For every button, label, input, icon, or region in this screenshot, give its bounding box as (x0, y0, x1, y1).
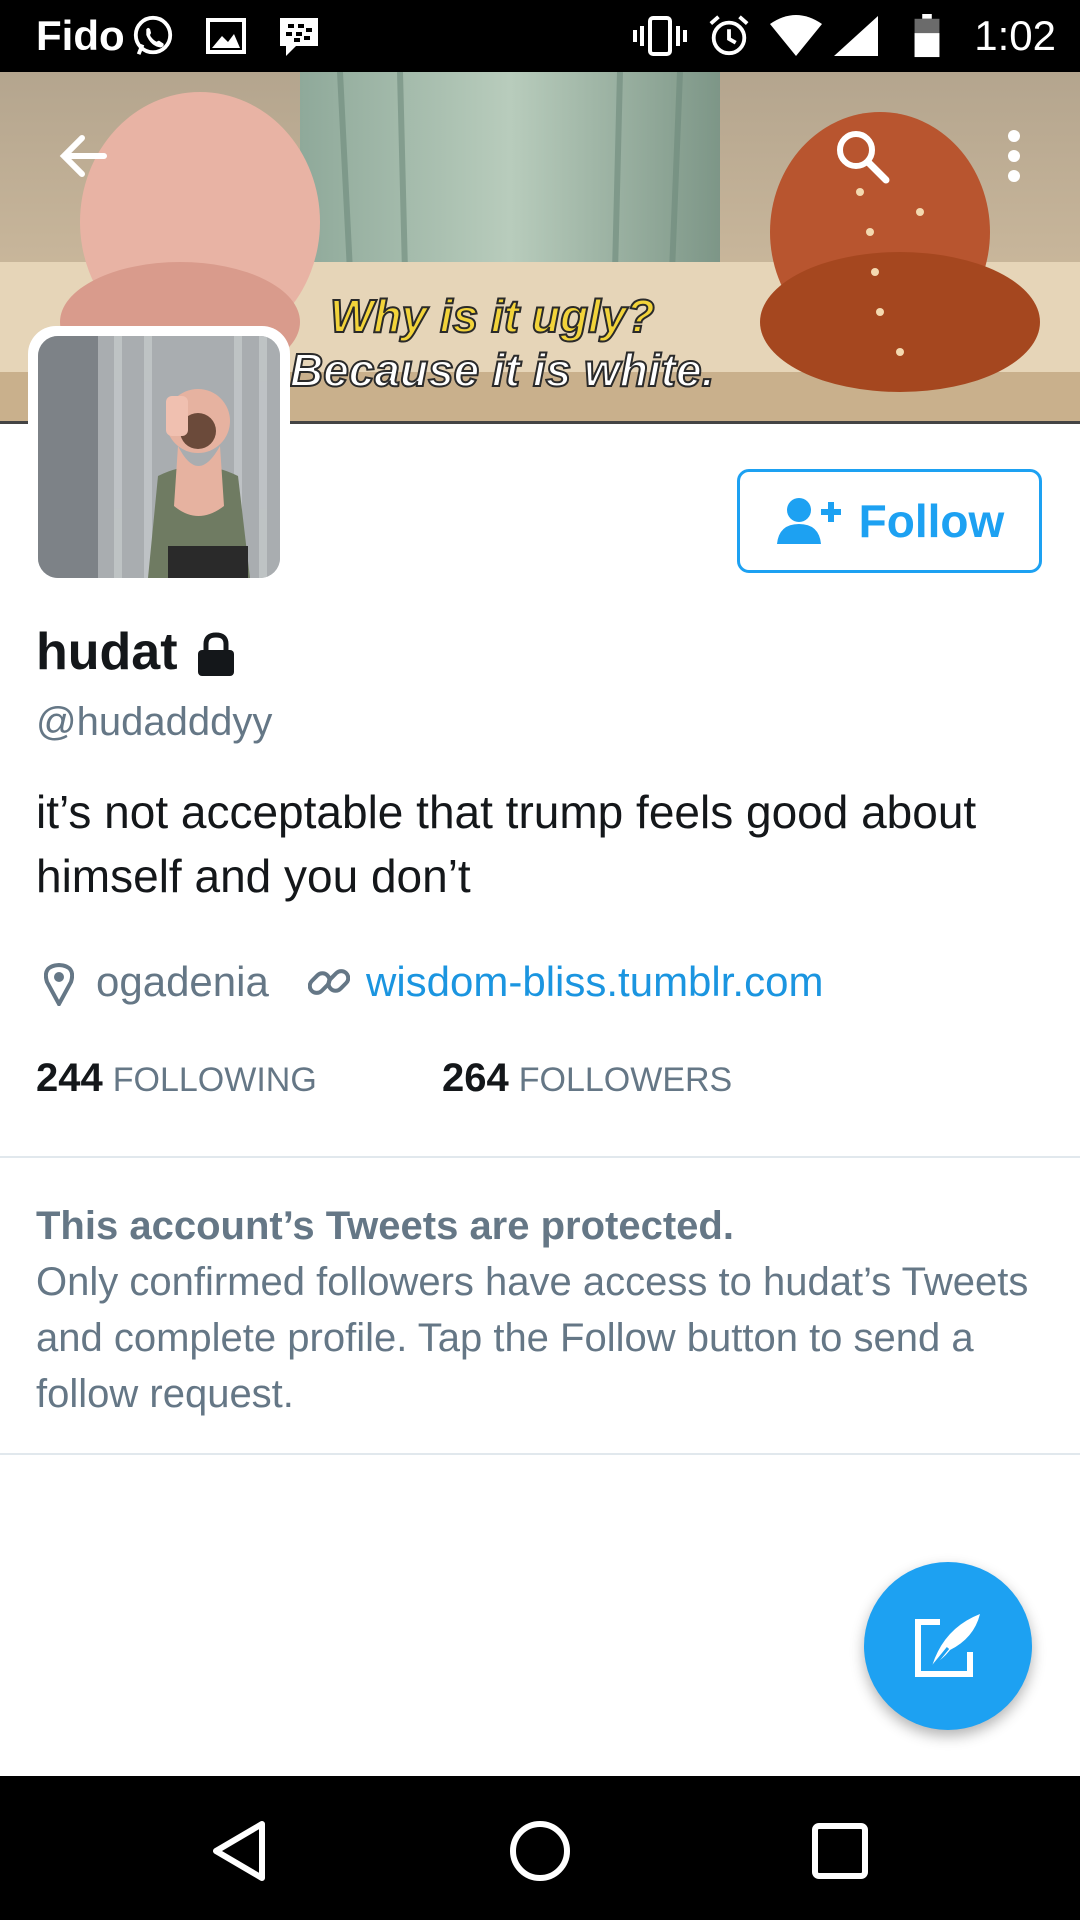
avatar[interactable] (38, 336, 280, 578)
gallery-icon (206, 18, 246, 54)
website-link[interactable]: wisdom-bliss.tumblr.com (366, 958, 823, 1006)
battery-icon (914, 14, 940, 58)
notice-divider (0, 1453, 1080, 1455)
system-nav-bar (0, 1776, 1080, 1920)
signal-icon (834, 16, 878, 56)
bbm-icon (280, 18, 318, 56)
stats-divider (0, 1156, 1080, 1158)
location-icon (44, 962, 74, 1006)
nav-back-icon[interactable] (206, 1816, 276, 1886)
user-handle: @hudadddyy (36, 700, 273, 744)
follow-button[interactable]: Follow (737, 469, 1042, 573)
location-text: ogadenia (96, 958, 269, 1005)
followers-label: FOLLOWERS (518, 1061, 733, 1099)
avatar-photo (38, 336, 280, 578)
link-icon (308, 969, 350, 995)
status-bar: Fido 1:02 (0, 0, 1080, 72)
vibrate-icon (633, 16, 687, 56)
followers-count: 264 (442, 1056, 509, 1100)
display-name: hudat (36, 623, 178, 681)
followers-stat[interactable]: 264 FOLLOWERS (442, 1056, 732, 1101)
following-count: 244 (36, 1056, 103, 1100)
following-stat[interactable]: 244 FOLLOWING (36, 1056, 317, 1101)
banner-caption-line1: Why is it ugly? (330, 290, 655, 342)
alarm-icon (709, 15, 749, 56)
avatar-frame (28, 326, 290, 588)
follow-button-label: Follow (858, 495, 1005, 547)
carrier-name: Fido (36, 12, 125, 59)
add-user-icon (776, 498, 841, 544)
protected-title: This account’s Tweets are protected. (36, 1204, 734, 1248)
nav-home-icon[interactable] (505, 1816, 575, 1886)
compose-tweet-button[interactable] (864, 1562, 1032, 1730)
more-vert-icon[interactable] (996, 126, 1032, 186)
back-arrow-icon[interactable] (54, 126, 114, 186)
banner-caption-line2: Because it is white. (290, 344, 714, 396)
protected-body: Only confirmed followers have access to … (36, 1260, 1029, 1416)
wifi-icon (770, 15, 822, 56)
protected-notice: This account’s Tweets are protected. Onl… (36, 1198, 1046, 1422)
bio-text: it’s not acceptable that trump feels goo… (36, 786, 977, 902)
lock-icon (198, 632, 234, 676)
compose-tweet-icon (915, 1614, 980, 1677)
search-icon[interactable] (832, 126, 892, 186)
following-label: FOLLOWING (112, 1061, 317, 1099)
whatsapp-icon (133, 15, 173, 55)
nav-recents-icon[interactable] (805, 1816, 875, 1886)
clock: 1:02 (974, 12, 1056, 59)
